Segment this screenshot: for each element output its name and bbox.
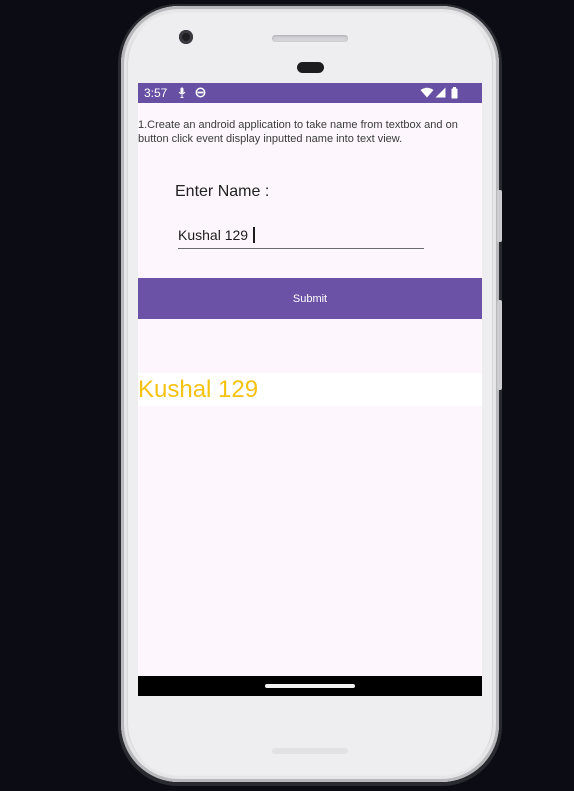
status-bar: 3:57	[138, 83, 482, 103]
name-input[interactable]	[178, 224, 424, 246]
volume-button[interactable]	[497, 190, 502, 242]
data-saver-icon	[195, 87, 206, 101]
bottom-speaker	[272, 748, 348, 754]
instruction-text: 1.Create an android application to take …	[138, 119, 458, 145]
name-input-field[interactable]	[178, 224, 424, 249]
output-text-view: Kushal 129	[138, 373, 482, 406]
text-cursor	[253, 227, 255, 243]
output-text: Kushal 129	[138, 376, 259, 403]
earpiece-speaker	[272, 35, 348, 42]
navigation-bar	[138, 676, 482, 696]
signal-icon	[435, 87, 446, 101]
enter-name-label: Enter Name :	[175, 183, 270, 200]
wifi-icon	[420, 87, 434, 101]
mic-icon	[178, 87, 186, 102]
power-button[interactable]	[497, 300, 502, 390]
status-time: 3:57	[144, 86, 168, 100]
phone-screen: 3:57 1.Create an android application to …	[138, 83, 482, 696]
front-camera-icon	[179, 30, 193, 44]
emulator-stage: 3:57 1.Create an android application to …	[0, 0, 574, 791]
battery-icon	[451, 87, 458, 102]
proximity-sensor	[297, 62, 324, 73]
home-gesture-handle[interactable]	[265, 684, 355, 688]
submit-button[interactable]: Submit	[138, 278, 482, 319]
